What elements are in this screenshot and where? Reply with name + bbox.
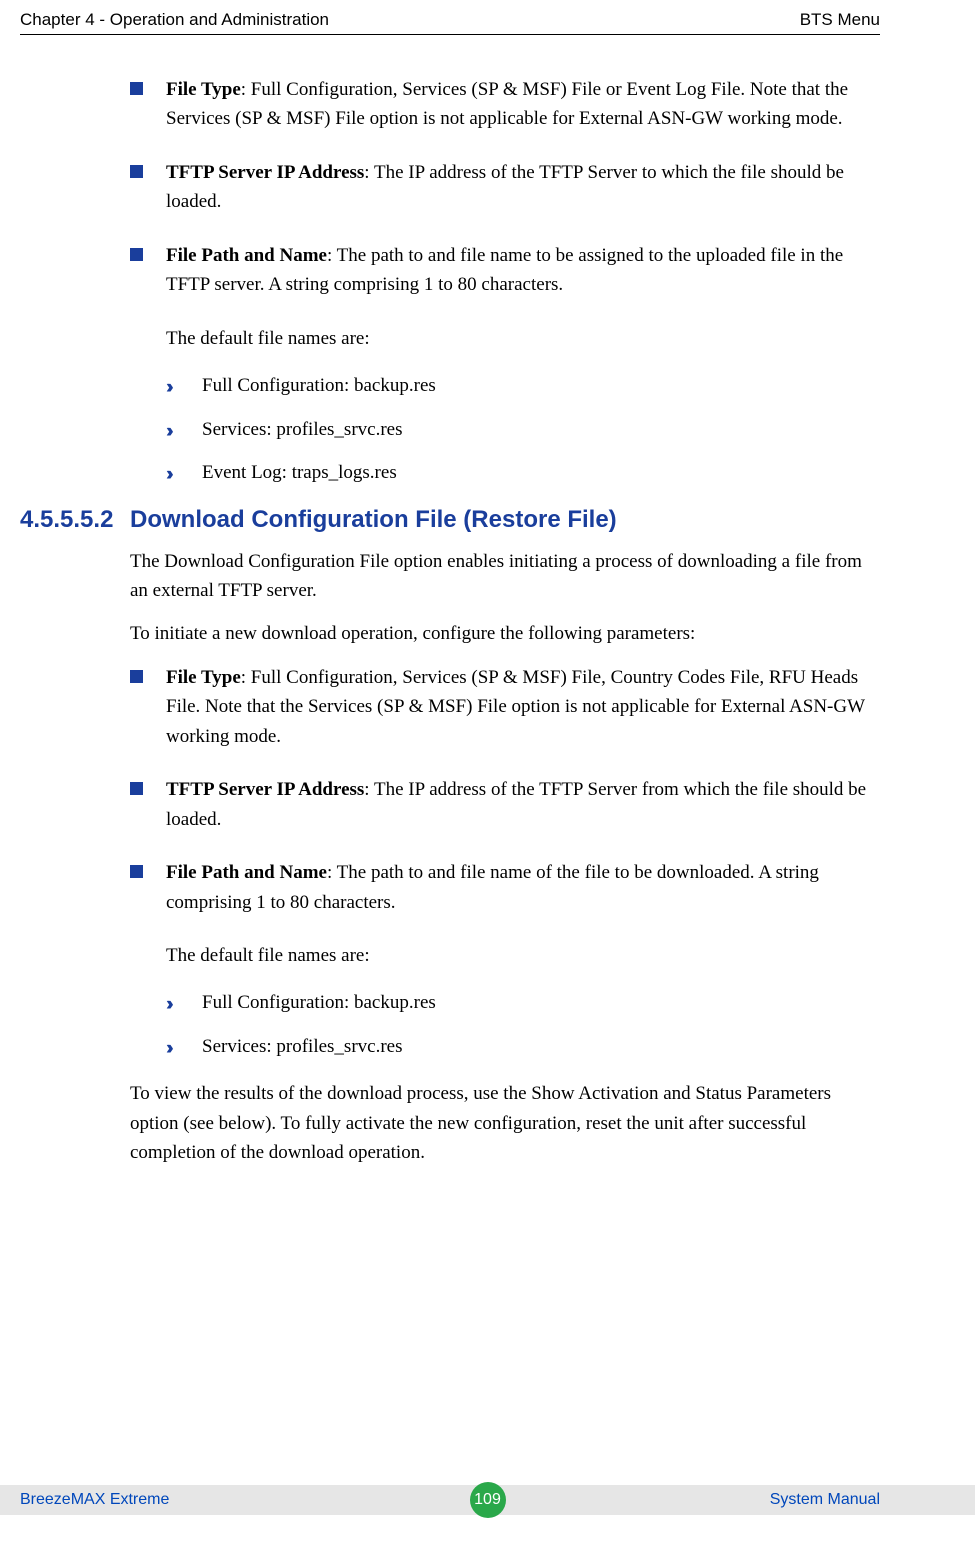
section-intro-2: To initiate a new download operation, co…: [130, 619, 880, 648]
section-title: Download Configuration File (Restore Fil…: [130, 506, 617, 533]
download-defaults-lead: The default file names are:: [130, 941, 880, 970]
chevron-icon: ››: [166, 373, 169, 402]
footer-bar: BreezeMAX Extreme 109 System Manual: [0, 1485, 975, 1515]
term: File Type: [166, 79, 241, 100]
default-item: Full Configuration: backup.res: [202, 375, 436, 396]
default-item: Event Log: traps_logs.res: [202, 462, 397, 483]
section-heading: 4.5.5.5.2Download Configuration File (Re…: [20, 501, 880, 538]
list-item: File Type: Full Configuration, Services …: [130, 75, 880, 134]
upload-defaults-lead: The default file names are:: [130, 324, 880, 353]
download-parameter-list: File Type: Full Configuration, Services …: [130, 663, 880, 917]
footer-right: System Manual: [770, 1491, 880, 1509]
list-item: TFTP Server IP Address: The IP address o…: [130, 775, 880, 834]
section-intro-1: The Download Configuration File option e…: [130, 547, 880, 606]
list-item: ›› Services: profiles_srvc.res: [166, 415, 880, 444]
term: TFTP Server IP Address: [166, 162, 364, 183]
page-number: 109: [474, 1491, 501, 1509]
term: File Path and Name: [166, 862, 327, 883]
chevron-icon: ››: [166, 460, 169, 489]
list-item: File Path and Name: The path to and file…: [130, 858, 880, 917]
list-item: ›› Event Log: traps_logs.res: [166, 458, 880, 487]
header-left: Chapter 4 - Operation and Administration: [20, 10, 329, 30]
term: File Path and Name: [166, 245, 327, 266]
header-right: BTS Menu: [800, 10, 880, 30]
page: Chapter 4 - Operation and Administration…: [0, 0, 975, 1545]
upload-parameter-list: File Type: Full Configuration, Services …: [130, 75, 880, 300]
default-item: Services: profiles_srvc.res: [202, 419, 403, 440]
download-defaults-list: ›› Full Configuration: backup.res ›› Servi…: [166, 988, 880, 1061]
list-item: File Path and Name: The path to and file…: [130, 241, 880, 300]
list-item: TFTP Server IP Address: The IP address o…: [130, 158, 880, 217]
term: File Type: [166, 667, 241, 688]
list-item: ›› Full Configuration: backup.res: [166, 371, 880, 400]
list-item: ›› Full Configuration: backup.res: [166, 988, 880, 1017]
term: TFTP Server IP Address: [166, 779, 364, 800]
content-area: File Type: Full Configuration, Services …: [20, 35, 880, 1168]
chevron-icon: ››: [166, 990, 169, 1019]
page-number-badge: 109: [470, 1482, 506, 1518]
default-item: Services: profiles_srvc.res: [202, 1036, 403, 1057]
chevron-icon: ››: [166, 417, 169, 446]
term-text: : Full Configuration, Services (SP & MSF…: [166, 79, 848, 129]
section-outro: To view the results of the download proc…: [130, 1079, 880, 1167]
upload-defaults-list: ›› Full Configuration: backup.res ›› Servi…: [166, 371, 880, 487]
footer-left: BreezeMAX Extreme: [20, 1491, 169, 1509]
default-item: Full Configuration: backup.res: [202, 992, 436, 1013]
section-number: 4.5.5.5.2: [20, 501, 130, 538]
page-footer: BreezeMAX Extreme 109 System Manual: [0, 1485, 975, 1525]
list-item: File Type: Full Configuration, Services …: [130, 663, 880, 751]
term-text: : Full Configuration, Services (SP & MSF…: [166, 667, 865, 747]
page-header: Chapter 4 - Operation and Administration…: [20, 10, 880, 32]
list-item: ›› Services: profiles_srvc.res: [166, 1032, 880, 1061]
chevron-icon: ››: [166, 1034, 169, 1063]
